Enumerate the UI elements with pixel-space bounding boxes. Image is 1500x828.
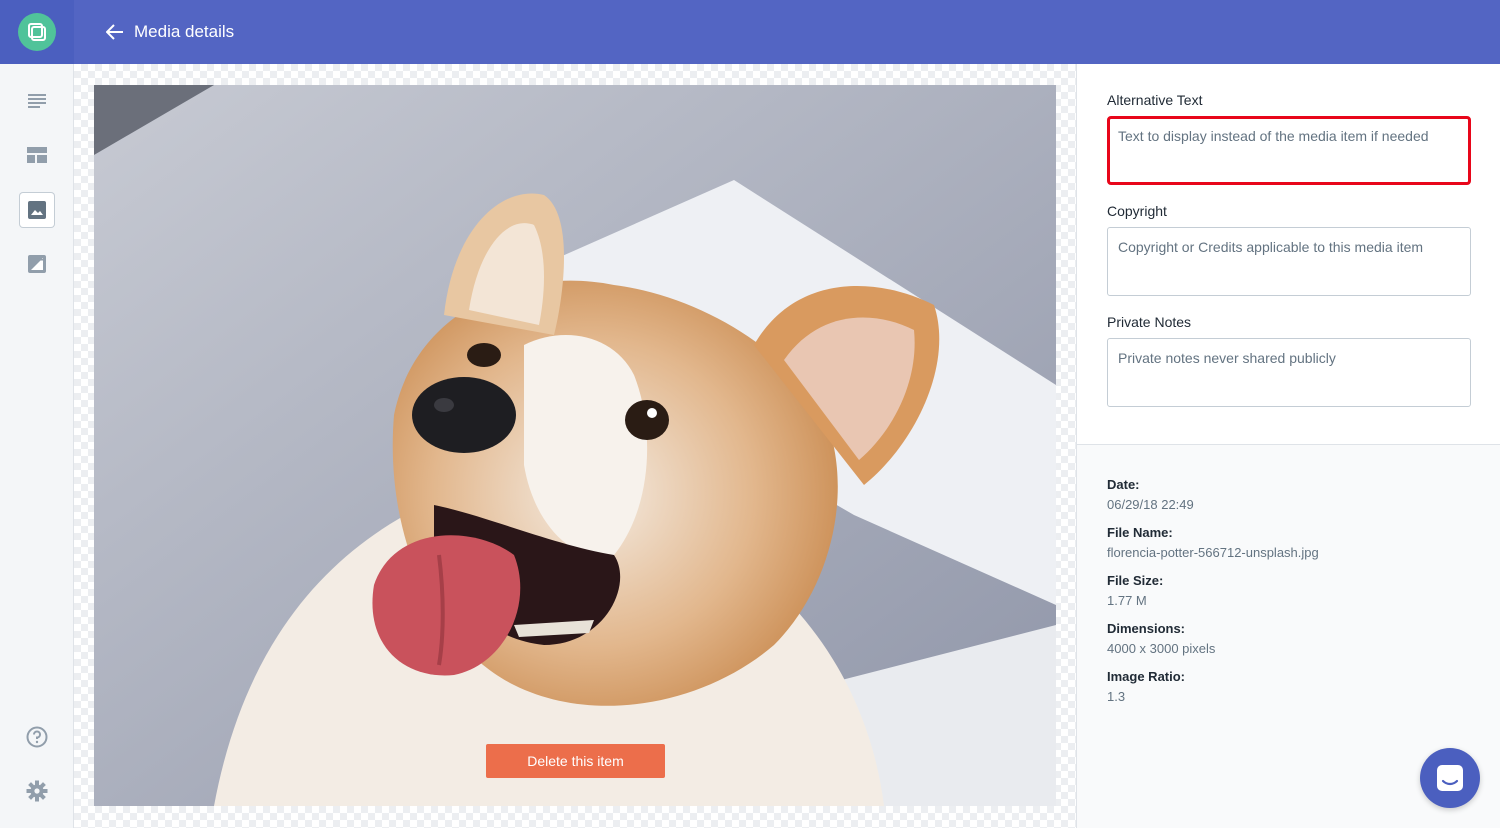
gear-icon [26, 780, 48, 802]
sidebar-item-image-edit[interactable] [20, 247, 54, 281]
chat-launcher-button[interactable] [1420, 748, 1480, 808]
app-logo[interactable] [18, 13, 56, 51]
image-edit-icon [28, 255, 46, 273]
list-icon [28, 94, 46, 108]
meta-ratio: Image Ratio: 1.3 [1107, 669, 1470, 704]
copyright-field-group: Copyright [1107, 203, 1471, 301]
media-preview-area: Delete this item [74, 64, 1076, 828]
private-notes-label: Private Notes [1107, 314, 1192, 330]
layout-icon [27, 147, 47, 163]
sidebar-item-content[interactable] [20, 84, 54, 118]
media-form: Alternative Text Copyright Private Notes [1077, 64, 1500, 445]
ratio-label: Image Ratio: [1107, 669, 1186, 684]
date-label: Date: [1107, 477, 1140, 492]
date-value: 06/29/18 22:49 [1107, 497, 1194, 512]
logo-area [0, 0, 74, 64]
details-panel: Alternative Text Copyright Private Notes… [1076, 64, 1500, 828]
meta-dimensions: Dimensions: 4000 x 3000 pixels [1107, 621, 1470, 656]
dimensions-value: 4000 x 3000 pixels [1107, 641, 1216, 656]
delete-item-button[interactable]: Delete this item [486, 744, 665, 778]
private-notes-input[interactable] [1107, 338, 1471, 407]
logo-icon [28, 23, 46, 41]
notes-field-group: Private Notes [1107, 314, 1471, 412]
meta-date: Date: 06/29/18 22:49 [1107, 477, 1470, 512]
arrow-left-icon [106, 24, 123, 40]
page-title: Media details [134, 22, 235, 41]
image-icon [28, 201, 46, 219]
sidebar-item-help[interactable] [20, 720, 54, 754]
filename-value: florencia-potter-566712-unsplash.jpg [1107, 545, 1319, 560]
chat-icon [1437, 765, 1463, 791]
alt-text-label: Alternative Text [1107, 92, 1203, 108]
sidebar-item-media[interactable] [20, 193, 54, 227]
sidebar [0, 0, 74, 828]
dimensions-label: Dimensions: [1107, 621, 1186, 636]
sidebar-item-layouts[interactable] [20, 138, 54, 172]
alt-text-field-group: Alternative Text [1107, 92, 1471, 190]
top-bar: Media details [74, 0, 1500, 64]
copyright-input[interactable] [1107, 227, 1471, 296]
sidebar-item-settings[interactable] [20, 774, 54, 808]
meta-filesize: File Size: 1.77 M [1107, 573, 1470, 608]
filesize-label: File Size: [1107, 573, 1164, 588]
corgi-photo [94, 85, 1056, 806]
back-button[interactable]: Media details [106, 22, 234, 42]
alt-text-input[interactable] [1107, 116, 1471, 185]
media-image [94, 85, 1056, 806]
filename-label: File Name: [1107, 525, 1173, 540]
media-metadata: Date: 06/29/18 22:49 File Name: florenci… [1077, 445, 1500, 749]
ratio-value: 1.3 [1107, 689, 1126, 704]
help-icon [26, 726, 48, 748]
meta-filename: File Name: florencia-potter-566712-unspl… [1107, 525, 1470, 560]
filesize-value: 1.77 M [1107, 593, 1147, 608]
copyright-label: Copyright [1107, 203, 1167, 219]
